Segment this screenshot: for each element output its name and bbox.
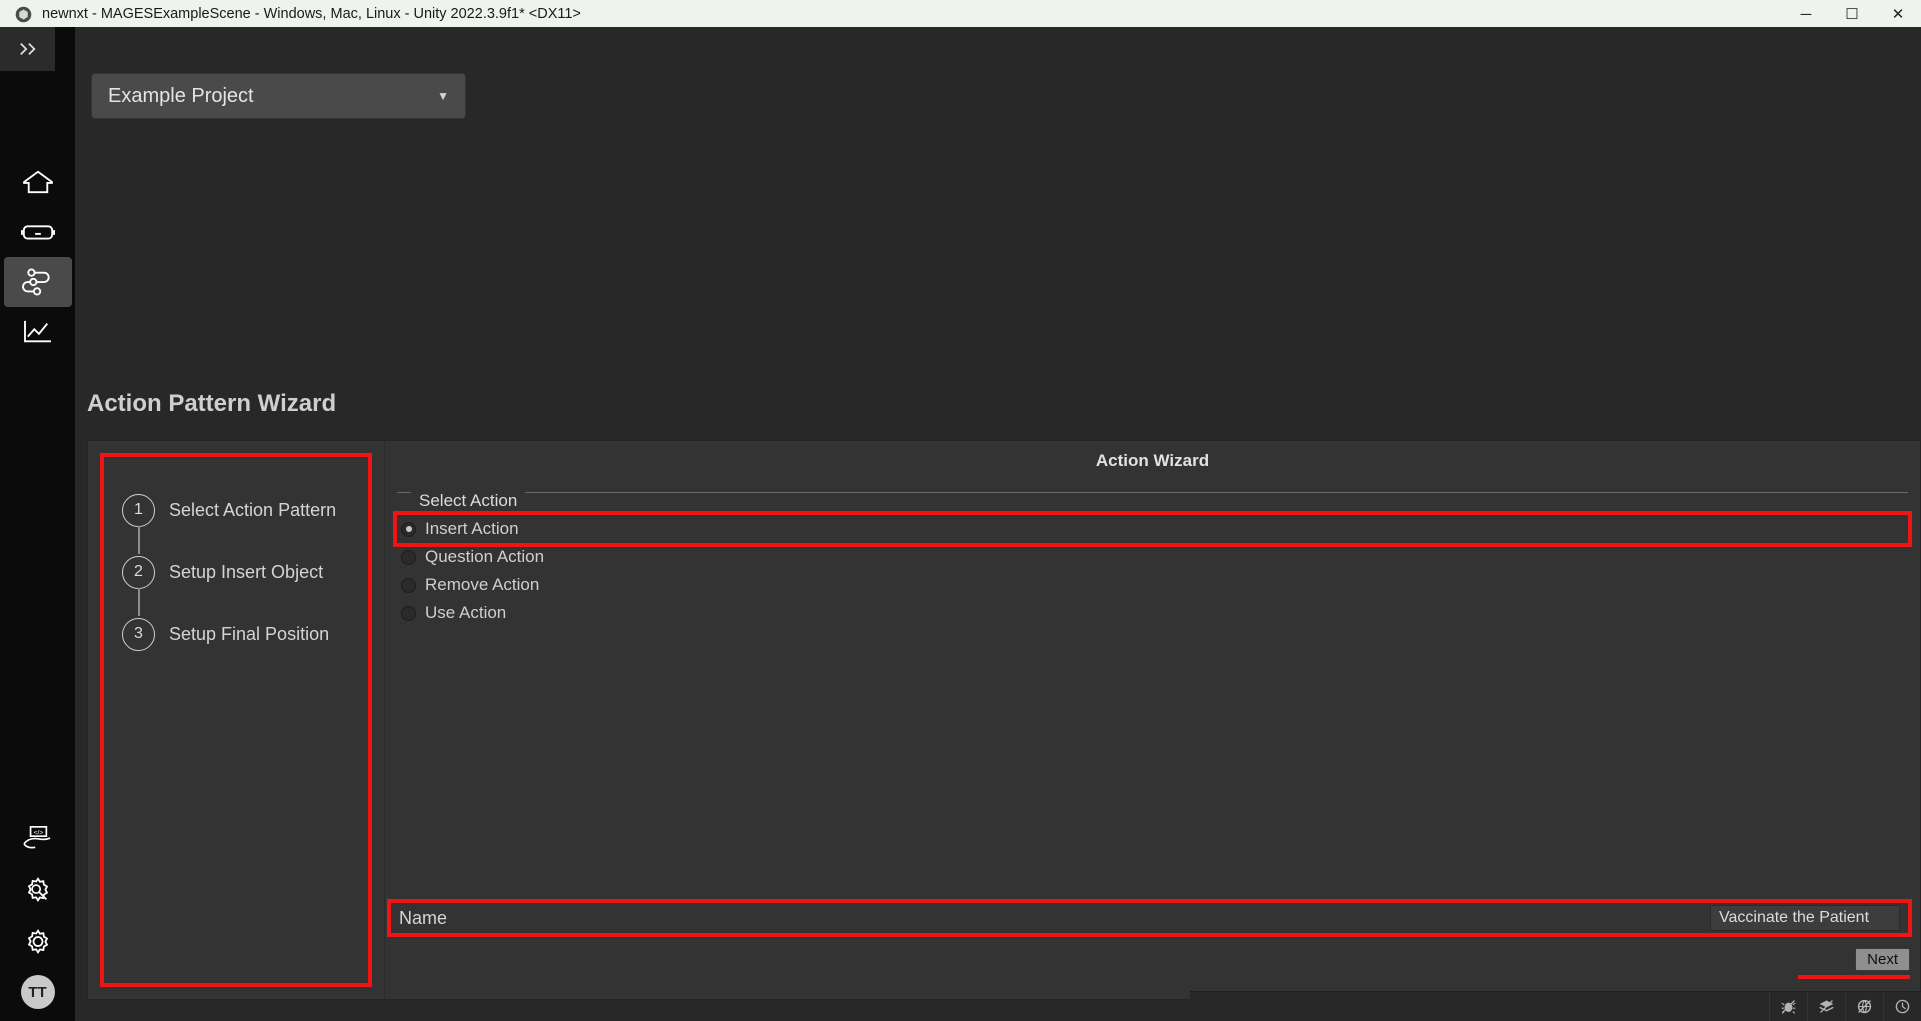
wizard-container: 1 Select Action Pattern 2 Setup Insert O… [87,440,1921,1000]
project-selector-dropdown[interactable]: Example Project ▼ [91,73,466,119]
minimize-button[interactable]: ─ [1783,0,1829,28]
gear-wrench-icon [27,877,48,902]
radio-indicator[interactable] [401,605,416,621]
svg-text:</>: </> [33,829,43,836]
page-title: Action Pattern Wizard [87,390,337,417]
radio-remove-action[interactable]: Remove Action [397,571,1908,599]
wizard-step-3[interactable]: 3 Setup Final Position [122,603,350,665]
radio-indicator[interactable] [401,521,416,537]
mages-rail-bottom: </> TT [0,813,75,1009]
radio-use-action[interactable]: Use Action [397,599,1908,627]
next-button-wrap: Next [1798,948,1910,979]
action-wizard-pane: Action Wizard Select Action Insert Actio… [384,441,1920,999]
mages-content: Example Project ▼ Action Pattern Wizard … [75,27,1921,1021]
name-field-row: Name Vaccinate the Patient [387,899,1912,937]
code-in-hand-icon: </> [22,826,50,849]
step-label: Setup Insert Object [169,561,324,582]
select-action-group: Select Action Insert Action Question Act… [393,483,1912,627]
rail-item-analytics[interactable] [4,307,72,357]
group-divider [397,492,1908,493]
rail-item-home[interactable] [4,157,72,207]
radio-label: Remove Action [425,575,540,594]
group-legend: Select Action [411,491,526,511]
window-controls: ─ ☐ ✕ [1783,0,1921,28]
step-number: 1 [122,493,155,527]
unity-logo-icon [10,6,36,23]
rail-item-settings[interactable] [4,917,72,967]
step-label: Select Action Pattern [169,499,337,520]
window-title: newnxt - MAGESExampleScene - Windows, Ma… [42,6,581,22]
next-button[interactable]: Next [1855,948,1910,971]
layers-off-icon[interactable] [1807,991,1845,1021]
bug-off-icon[interactable] [1769,991,1807,1021]
mages-icon-rail: </> TT [0,27,75,1021]
gear-icon [27,929,48,954]
radio-indicator[interactable] [401,549,416,565]
unity-editor-window: newnxt - MAGESExampleScene - Windows, Ma… [0,0,1921,1021]
scenegraph-icon [21,268,50,296]
project-selector-value: Example Project [108,84,254,107]
expand-panel-button[interactable] [0,27,55,71]
step-number: 3 [122,617,155,651]
action-wizard-title: Action Wizard [1095,451,1210,470]
analytics-chart-icon [23,320,51,343]
chevron-double-right-icon [19,42,36,56]
rail-item-vr[interactable] [4,207,72,257]
name-input[interactable]: Vaccinate the Patient [1710,905,1900,931]
step-number: 2 [122,555,155,589]
radio-label: Question Action [425,547,545,566]
radio-insert-action[interactable]: Insert Action [393,511,1912,547]
avatar[interactable]: TT [20,975,55,1009]
inspector-panel: Inspector MAGES Panel ⋮ [0,0,1921,1021]
radio-question-action[interactable]: Question Action [397,543,1908,571]
step-label: Setup Final Position [169,623,330,644]
status-bar [1190,991,1921,1021]
chevron-down-icon: ▼ [437,89,449,103]
name-label: Name [399,907,448,928]
radio-label: Use Action [425,603,507,622]
rail-item-tools[interactable] [4,865,72,915]
rail-item-scenegraph[interactable] [3,257,72,307]
next-highlight-underline [1798,975,1910,979]
maximize-button[interactable]: ☐ [1829,0,1875,28]
close-button[interactable]: ✕ [1875,0,1921,28]
window-titlebar: newnxt - MAGESExampleScene - Windows, Ma… [0,0,1921,28]
radio-label: Insert Action [425,519,519,538]
wizard-step-2[interactable]: 2 Setup Insert Object [122,541,350,616]
wizard-step-1[interactable]: 1 Select Action Pattern [122,479,350,554]
home-icon [22,170,53,194]
rail-item-code[interactable]: </> [4,813,72,863]
radio-indicator[interactable] [401,577,416,593]
wizard-steps: 1 Select Action Pattern 2 Setup Insert O… [100,453,372,987]
mages-panel-body: </> TT Example Project ▼ Action Pattern … [0,27,1921,1021]
collab-off-icon[interactable] [1845,991,1883,1021]
vr-headset-icon [20,225,55,240]
clock-icon[interactable] [1883,991,1921,1021]
